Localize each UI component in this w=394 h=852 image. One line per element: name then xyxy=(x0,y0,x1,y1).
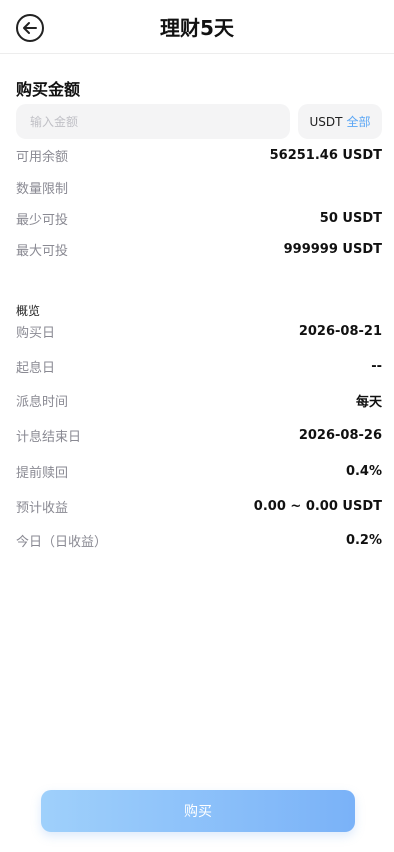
payout-time-row: 派息时间 每天 xyxy=(16,390,382,410)
row-value: -- xyxy=(371,358,382,374)
purchase-date-row: 购买日 2026-08-21 xyxy=(16,321,382,341)
unit-label: USDT xyxy=(309,114,343,129)
min-invest-row: 最少可投 50 USDT xyxy=(16,208,382,228)
row-label: 预计收益 xyxy=(16,500,69,516)
row-value: 0.2% xyxy=(345,532,382,548)
header: 理财5天 xyxy=(0,0,394,54)
row-value: 0.4% xyxy=(345,463,382,479)
row-label: 最大可投 xyxy=(16,243,69,259)
row-value: 0.00 ~ 0.00 USDT xyxy=(253,498,382,514)
all-amount-button[interactable]: 全部 xyxy=(346,113,370,130)
unit-selector[interactable]: USDT 全部 xyxy=(298,104,382,139)
page-title: 理财5天 xyxy=(160,16,234,40)
buy-button[interactable]: 购买 xyxy=(41,790,355,832)
row-label: 可用余额 xyxy=(16,149,69,165)
daily-return-row: 今日（日收益） 0.2% xyxy=(16,530,382,550)
row-label: 数量限制 xyxy=(16,181,69,197)
purchase-page: 理财5天 购买金额 USDT 全部 可用余额 56251.46 USDT 数量限… xyxy=(0,0,394,852)
row-label: 计息结束日 xyxy=(16,429,82,445)
row-label: 派息时间 xyxy=(16,394,69,410)
row-label: 起息日 xyxy=(16,360,56,376)
amount-input[interactable] xyxy=(16,104,290,139)
row-label: 最少可投 xyxy=(16,212,69,228)
row-label: 今日（日收益） xyxy=(16,534,108,550)
row-value: 每天 xyxy=(355,394,382,410)
interest-start-row: 起息日 -- xyxy=(16,356,382,376)
row-value: 2026-08-26 xyxy=(298,427,382,443)
quantity-limit-row: 数量限制 xyxy=(16,177,382,197)
overview-title: 概览 xyxy=(16,304,41,318)
available-balance-row: 可用余额 56251.46 USDT xyxy=(16,145,382,165)
expected-return-row: 预计收益 0.00 ~ 0.00 USDT xyxy=(16,496,382,516)
max-invest-row: 最大可投 999999 USDT xyxy=(16,239,382,259)
row-label: 购买日 xyxy=(16,325,56,341)
row-value: 50 USDT xyxy=(319,210,382,226)
early-redeem-row: 提前赎回 0.4% xyxy=(16,461,382,481)
interest-end-row: 计息结束日 2026-08-26 xyxy=(16,425,382,445)
row-value: 56251.46 USDT xyxy=(269,147,382,163)
row-value: 2026-08-21 xyxy=(298,323,382,339)
row-label: 提前赎回 xyxy=(16,465,69,481)
amount-section-title: 购买金额 xyxy=(16,80,81,99)
row-value: 999999 USDT xyxy=(283,241,382,257)
